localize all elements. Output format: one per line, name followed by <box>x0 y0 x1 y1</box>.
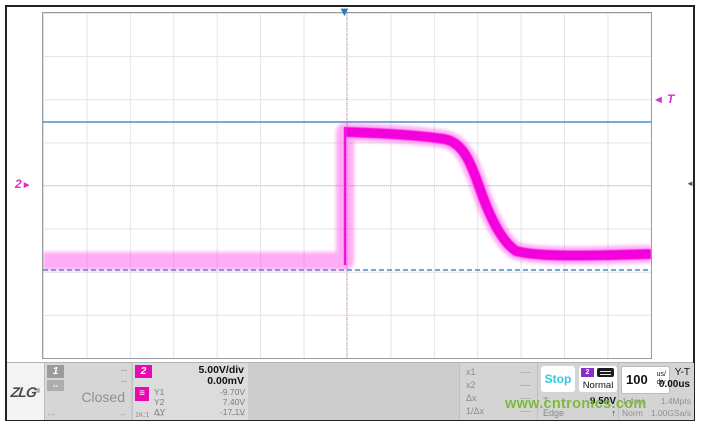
trigger-delay-value: 0.00us <box>658 379 690 390</box>
ch2-y1-label: Y1 <box>154 387 165 397</box>
ch1-foot-dashes: -- <box>120 412 125 419</box>
ch2-y2-label: Y2 <box>154 397 165 407</box>
ch2-offset: 0.00mV <box>207 375 244 387</box>
ch1-badge[interactable]: 1 <box>47 365 64 378</box>
cursor-x1-label: x1 <box>466 367 476 377</box>
brand-logo-reg: ® <box>35 388 41 395</box>
waveform-plot <box>43 13 651 358</box>
display-mode-label: Y-T <box>674 367 690 378</box>
oscilloscope-screenshot: { "colors": { "trace": "#f400dc", "ch2_a… <box>0 0 702 427</box>
ch1-panel[interactable]: 1 -- -- -- Closed -·- -- <box>45 363 131 420</box>
scope-screen-frame: ▼ 2► ◄ T ◄ ZLG ® 1 -- -- -- Closed -·- --… <box>5 4 695 421</box>
timebase-value: 100 <box>626 372 648 387</box>
ch2-ground-label: 2 <box>15 177 22 191</box>
cursor-x2-value: ---- <box>519 380 531 390</box>
trigger-position-icon[interactable]: ▼ <box>338 4 351 19</box>
run-state-button[interactable]: Stop <box>541 366 575 392</box>
sample-rate: 1.00GSa/s <box>650 408 691 418</box>
ch1-foot-marks: -·- <box>48 412 55 419</box>
ch2-badge[interactable]: 2 <box>135 365 152 378</box>
ch2-ground-arrow-icon: ► <box>21 180 32 191</box>
ch2-ground-marker[interactable]: 2► <box>15 177 32 191</box>
ch2-cursor-icon: ≡ <box>135 387 149 401</box>
ch2-y2-value: 7.40V <box>222 397 245 407</box>
trigger-source-button[interactable]: 2 Normal <box>579 366 617 392</box>
trigger-mode-label: Normal <box>582 380 614 391</box>
brand-logo-text: ZLG <box>9 383 37 400</box>
ch2-trace-halo <box>43 123 651 270</box>
watermark: www.cntronics.com <box>505 396 647 412</box>
ch1-value-2: -- <box>121 376 127 386</box>
graticule <box>42 12 652 359</box>
ch2-panel[interactable]: 2 5.00V/div 0.00mV ≡ Y1 -9.70V Y2 7.40V … <box>132 363 248 420</box>
ch2-probe-ratio: 1K:1 <box>135 412 150 419</box>
memory-depth: 1.4Mpts <box>660 396 691 406</box>
cursor-dx-label: Δx <box>466 393 477 403</box>
cursor-x2-label: x2 <box>466 380 476 390</box>
ch1-state-label: Closed <box>81 389 125 405</box>
ch1-sub-badge: -- <box>47 380 64 391</box>
trigger-level-arrow-icon: ◄ <box>653 94 664 106</box>
panel-collapse-icon[interactable]: ◄ <box>686 179 694 188</box>
ch2-trace-high <box>345 127 651 261</box>
ch2-cursor-row-y1: Y1 -9.70V <box>154 387 245 397</box>
ch2-foot-dashes: ------ <box>231 412 245 419</box>
cursor-x1-value: ---- <box>519 367 531 377</box>
trigger-level-marker[interactable]: ◄ T <box>653 92 674 106</box>
trigger-coupling-icon <box>597 368 614 377</box>
cursor-inv-dx-label: 1/Δx <box>466 406 485 416</box>
ch2-foot-glyphs: ≈≈ <box>157 413 164 419</box>
ch1-value-1: -- <box>121 365 127 375</box>
brand-logo: ZLG ® <box>7 363 45 420</box>
trigger-level-label: T <box>666 92 675 106</box>
trigger-source-badge: 2 <box>581 368 594 377</box>
ch2-y1-value: -9.70V <box>219 387 245 397</box>
ch2-cursor-row-y2: Y2 7.40V <box>154 397 245 407</box>
